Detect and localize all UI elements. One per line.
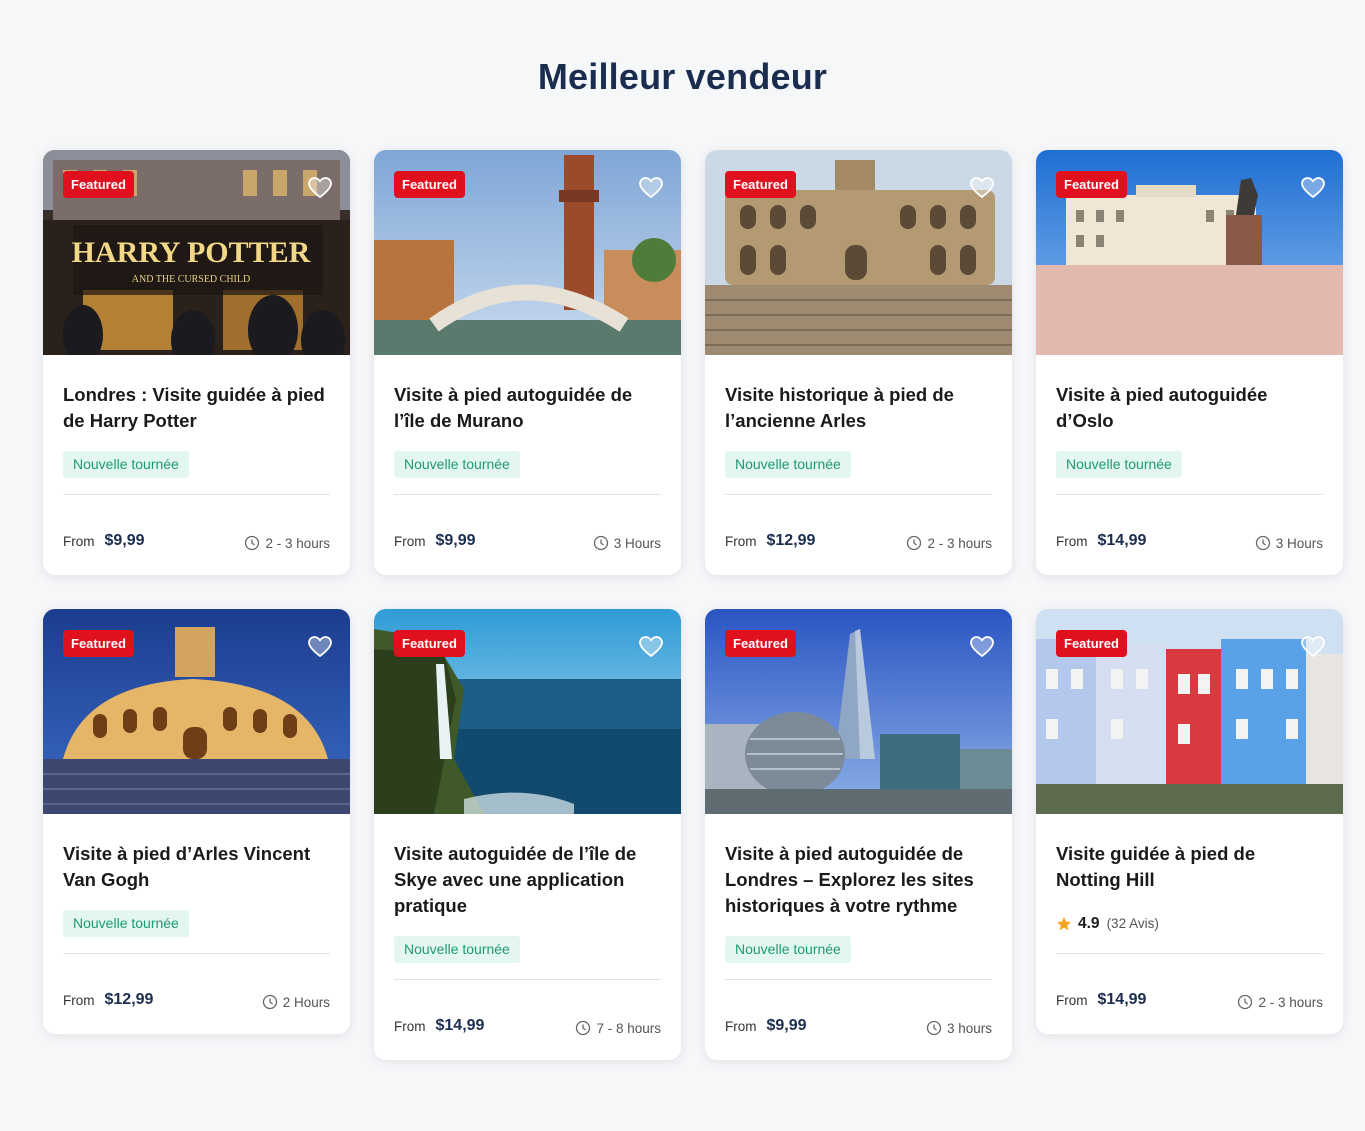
tour-title[interactable]: Visite à pied autoguidée de l’île de Mur… [394, 382, 661, 434]
featured-badge: Featured [394, 171, 465, 198]
heart-icon[interactable] [638, 175, 664, 201]
price-from-label: From [394, 1018, 426, 1034]
clock-icon [907, 535, 922, 551]
clock-icon [926, 1020, 942, 1036]
tour-title[interactable]: Visite historique à pied de l’ancienne A… [725, 382, 992, 434]
tour-title[interactable]: Visite à pied d’Arles Vincent Van Gogh [63, 841, 330, 893]
heart-icon[interactable] [1300, 634, 1326, 660]
duration: 2 - 3 hours [265, 535, 330, 551]
new-tour-tag: Nouvelle tournée [725, 451, 851, 478]
tour-image[interactable]: Featured [1036, 609, 1343, 814]
tour-card[interactable]: Featured Visite à pied autoguidée de l’î… [374, 150, 681, 575]
clock-icon [262, 994, 277, 1010]
tour-card[interactable]: Featured Visite historique à pied de l’a… [705, 150, 1012, 575]
heart-icon[interactable] [638, 634, 664, 660]
clock-icon [245, 535, 260, 551]
tour-image[interactable]: Featured [374, 150, 681, 355]
featured-badge: Featured [63, 630, 134, 657]
new-tour-tag: Nouvelle tournée [1056, 451, 1182, 478]
heart-icon[interactable] [969, 634, 995, 660]
duration: 2 - 3 hours [1258, 994, 1323, 1010]
new-tour-tag: Nouvelle tournée [63, 451, 189, 478]
price-from-label: From [1056, 533, 1088, 549]
clock-icon [1255, 535, 1270, 551]
svg-text:AND THE CURSED CHILD: AND THE CURSED CHILD [132, 274, 250, 285]
heart-icon[interactable] [1300, 175, 1326, 201]
rating-score: 4.9 [1078, 914, 1100, 932]
duration: 2 - 3 hours [927, 535, 992, 551]
new-tour-tag: Nouvelle tournée [725, 936, 851, 963]
tour-image[interactable]: Featured [374, 609, 681, 814]
heart-icon[interactable] [307, 175, 333, 201]
tour-card[interactable]: Featured Visite guidée à pied de Notting… [1036, 609, 1343, 1034]
clock-icon [576, 1020, 591, 1036]
tour-card[interactable]: Featured Visite à pied d’Arles Vincent V… [43, 609, 350, 1034]
price: $12,99 [766, 532, 816, 549]
tour-title[interactable]: Visite guidée à pied de Notting Hill [1056, 841, 1323, 893]
featured-badge: Featured [1056, 630, 1127, 657]
featured-badge: Featured [725, 171, 796, 198]
price: $14,99 [1097, 991, 1147, 1008]
price-from-label: From [63, 992, 95, 1008]
heart-icon[interactable] [969, 175, 995, 201]
price: $9,99 [104, 532, 145, 549]
heart-icon[interactable] [307, 634, 333, 660]
tour-card[interactable]: Featured Visite autoguidée de l’île de S… [374, 609, 681, 1060]
review-count[interactable]: (32 Avis) [1107, 916, 1159, 931]
tour-title[interactable]: Visite autoguidée de l’île de Skye avec … [394, 841, 661, 919]
duration: 3 Hours [1275, 535, 1323, 551]
tour-image[interactable]: Featured [1036, 150, 1343, 355]
section-title: Meilleur vendeur [537, 56, 828, 97]
tour-image[interactable]: Featured [43, 609, 350, 814]
tour-card[interactable]: Featured Visite à pied autoguidée de Lon… [705, 609, 1012, 1060]
price-from-label: From [1056, 992, 1088, 1008]
tour-card[interactable]: Featured Visite à pied autoguidée d’Oslo… [1036, 150, 1343, 575]
price: $9,99 [435, 532, 476, 549]
price-from-label: From [394, 533, 426, 549]
star-icon [1057, 916, 1071, 930]
tour-title[interactable]: Visite à pied autoguidée de Londres – Ex… [725, 841, 992, 919]
tour-image[interactable]: Featured [705, 150, 1012, 355]
rating: 4.9 (32 Avis) [1056, 910, 1323, 937]
price-from-label: From [63, 533, 95, 549]
featured-badge: Featured [63, 171, 134, 198]
price: $12,99 [104, 991, 154, 1008]
duration: 3 Hours [613, 535, 661, 551]
tour-image[interactable]: Featured [705, 609, 1012, 814]
tour-title[interactable]: Visite à pied autoguidée d’Oslo [1056, 382, 1323, 434]
featured-badge: Featured [394, 630, 465, 657]
duration: 3 hours [946, 1020, 992, 1036]
price: $9,99 [766, 1017, 807, 1034]
clock-icon [1238, 994, 1253, 1010]
featured-badge: Featured [1056, 171, 1127, 198]
new-tour-tag: Nouvelle tournée [394, 936, 520, 963]
new-tour-tag: Nouvelle tournée [63, 910, 189, 937]
tour-title[interactable]: Londres : Visite guidée à pied de Harry … [63, 382, 330, 434]
featured-badge: Featured [725, 630, 796, 657]
duration: 2 Hours [282, 994, 330, 1010]
tour-image[interactable]: HARRY POTTER AND THE CURSED CHILD Featur… [43, 150, 350, 355]
price: $14,99 [1097, 532, 1147, 549]
clock-icon [593, 535, 608, 551]
price: $14,99 [435, 1017, 485, 1034]
price-from-label: From [725, 533, 757, 549]
price-from-label: From [725, 1018, 757, 1034]
duration: 7 - 8 hours [596, 1020, 661, 1036]
tour-card[interactable]: HARRY POTTER AND THE CURSED CHILD Featur… [43, 150, 350, 575]
new-tour-tag: Nouvelle tournée [394, 451, 520, 478]
image-caption: HARRY POTTER [72, 236, 311, 269]
